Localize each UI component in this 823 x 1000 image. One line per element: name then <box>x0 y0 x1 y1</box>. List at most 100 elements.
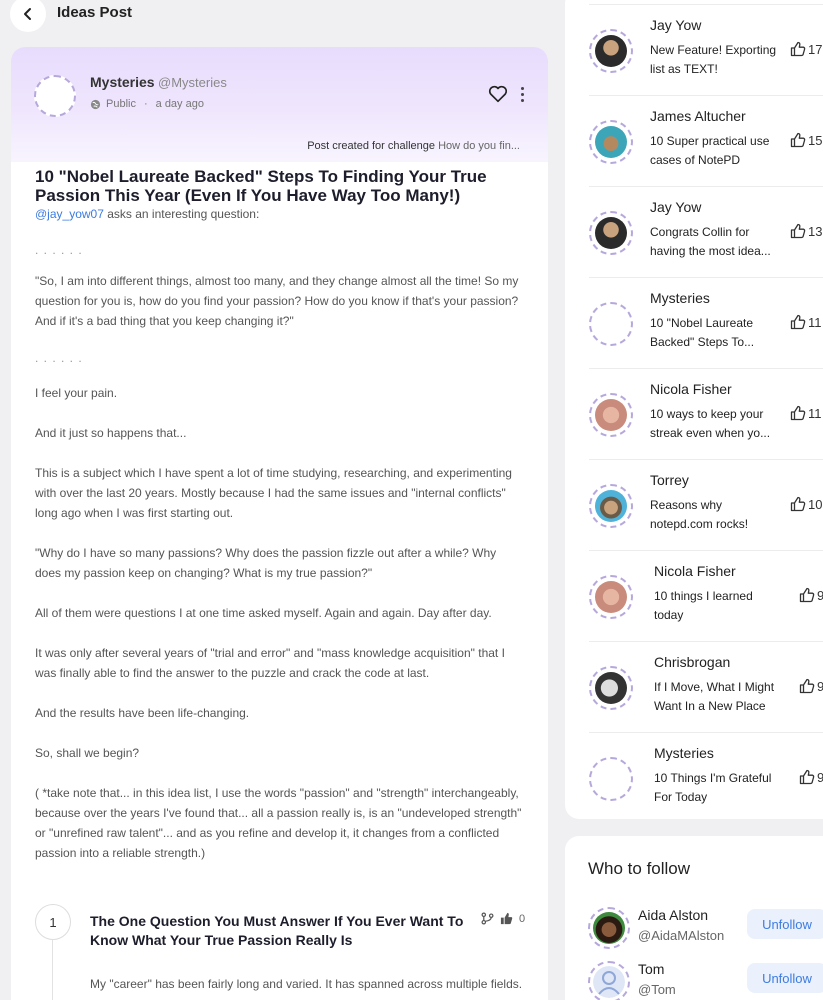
list-item[interactable]: Mysteries 10 Things I'm Grateful For Tod… <box>589 732 823 819</box>
heart-icon[interactable] <box>487 83 509 105</box>
post-title: 10 "Nobel Laureate Backed" Steps To Find… <box>35 167 487 205</box>
globe-icon <box>90 99 101 109</box>
author-name[interactable]: Mysteries <box>90 74 155 90</box>
paragraph: I feel your pain. <box>35 386 118 400</box>
thumbs-up-icon[interactable] <box>500 912 513 925</box>
like-count[interactable]: 9 <box>799 587 823 603</box>
separator-dots: . . . . . . <box>35 351 83 365</box>
like-count[interactable]: 11 <box>790 314 822 330</box>
chevron-left-icon <box>24 8 31 20</box>
thumbs-up-icon <box>790 223 806 239</box>
paragraph: And it just so happens that... <box>35 426 187 440</box>
top-bar: Ideas Post <box>0 0 560 32</box>
challenge-link[interactable]: How do you fin... <box>438 140 520 152</box>
list-item[interactable]: Nicola Fisher 10 things I learned today … <box>589 550 823 641</box>
follow-user-name[interactable]: Tom <box>638 961 664 977</box>
like-count[interactable]: 15 <box>790 132 822 148</box>
idea-number: 1 <box>35 904 71 940</box>
idea-like-count: 0 <box>519 912 526 925</box>
list-item-desc: 10 "Nobel Laureate Backed" Steps To... <box>650 316 755 349</box>
challenge-prefix: Post created for challenge <box>307 140 435 152</box>
post-card: Mysteries @Mysteries Public · a day ago … <box>11 47 548 1000</box>
like-count[interactable]: 13 <box>790 223 822 239</box>
list-item-desc: Reasons why notepd.com rocks! <box>650 498 749 531</box>
more-options-button[interactable] <box>516 83 528 105</box>
list-item-desc: 10 things I learned today <box>654 589 753 622</box>
paragraph: ( *take note that... in this idea list, … <box>35 786 522 860</box>
list-item-desc: If I Move, What I Might Want In a New Pl… <box>654 680 775 713</box>
list-item-desc: 10 ways to keep your streak even when yo… <box>650 407 771 440</box>
list-item-name: James Altucher <box>650 108 746 124</box>
list-item-name: Chrisbrogan <box>654 654 731 670</box>
idea-actions: 0 <box>481 912 525 925</box>
page-title: Ideas Post <box>57 4 133 21</box>
paragraph: And the results have been life-changing. <box>35 706 250 720</box>
idea-text: My "career" has been fairly long and var… <box>90 977 523 991</box>
thumbs-up-icon <box>799 769 815 785</box>
follow-user-handle: @AidaMAlston <box>638 928 725 943</box>
visibility-label: Public <box>106 98 136 110</box>
list-item-name: Jay Yow <box>650 17 702 33</box>
avatar <box>589 393 633 437</box>
unfollow-button[interactable]: Unfollow <box>747 909 823 939</box>
thumbs-up-icon <box>790 132 806 148</box>
author-avatar[interactable] <box>34 75 76 117</box>
list-item-desc: 10 Things I'm Grateful For Today <box>654 771 772 804</box>
list-item[interactable]: Mysteries 10 "Nobel Laureate Backed" Ste… <box>589 277 823 368</box>
thumbs-up-icon <box>799 587 815 603</box>
avatar <box>589 666 633 710</box>
user-icon <box>593 966 625 998</box>
like-count[interactable]: 11 <box>790 405 822 421</box>
avatar <box>589 484 633 528</box>
unfollow-button[interactable]: Unfollow <box>747 963 823 993</box>
follow-user-handle: @Tom <box>638 982 676 997</box>
like-count[interactable]: 10 <box>790 496 822 512</box>
post-intro: @jay_yow07 asks an interesting question: <box>35 207 524 221</box>
avatar <box>589 29 633 73</box>
avatar <box>589 120 633 164</box>
avatar <box>589 757 633 801</box>
like-count[interactable]: 9 <box>799 678 823 694</box>
list-item[interactable]: Chrisbrogan If I Move, What I Might Want… <box>589 641 823 732</box>
avatar <box>589 575 633 619</box>
follow-row: Tom @Tom Unfollow <box>588 961 823 1000</box>
list-item[interactable]: Jay Yow Congrats Collin for having the m… <box>589 186 823 277</box>
list-item[interactable]: Jay Yow New Feature! Exporting list as T… <box>589 4 823 95</box>
author-handle[interactable]: @Mysteries <box>158 75 227 90</box>
post-body: 10 "Nobel Laureate Backed" Steps To Find… <box>11 167 548 863</box>
like-count[interactable]: 9 <box>799 769 823 785</box>
paragraph: "Why do I have so many passions? Why doe… <box>35 546 497 580</box>
list-item-desc: Congrats Collin for having the most idea… <box>650 225 771 258</box>
post-meta: Public · a day ago <box>90 98 204 110</box>
list-item[interactable]: James Altucher 10 Super practical use ca… <box>589 95 823 186</box>
follow-row: Aida Alston @AidaMAlston Unfollow <box>588 907 823 953</box>
follow-user-name[interactable]: Aida Alston <box>638 907 708 923</box>
list-item-name: Nicola Fisher <box>650 381 732 397</box>
mention-link[interactable]: @jay_yow07 <box>35 207 104 221</box>
avatar[interactable] <box>588 907 630 949</box>
like-count[interactable]: 17 <box>790 41 822 57</box>
list-item-name: Torrey <box>650 472 689 488</box>
avatar[interactable] <box>588 961 630 1000</box>
list-item-name: Nicola Fisher <box>654 563 736 579</box>
challenge-line: Post created for challenge How do you fi… <box>307 140 520 152</box>
who-to-follow-panel: Who to follow Aida Alston @AidaMAlston U… <box>565 836 823 1000</box>
back-button[interactable] <box>10 0 46 32</box>
panel-title: Who to follow <box>588 859 691 878</box>
list-item-desc: New Feature! Exporting list as TEXT! <box>650 43 777 76</box>
paragraph: All of them were questions I at one time… <box>35 606 492 620</box>
thumbs-up-icon <box>790 405 806 421</box>
idea-title[interactable]: The One Question You Must Answer If You … <box>90 912 470 950</box>
thumbs-up-icon <box>790 314 806 330</box>
list-item-name: Mysteries <box>650 290 710 306</box>
post-time: a day ago <box>155 98 204 110</box>
list-item[interactable]: Nicola Fisher 10 ways to keep your strea… <box>589 368 823 459</box>
separator-dot: · <box>143 98 148 110</box>
list-item[interactable]: Torrey Reasons why notepd.com rocks! 10 <box>589 459 823 550</box>
branch-icon[interactable] <box>481 912 494 925</box>
quote-paragraph: "So, I am into different things, almost … <box>35 274 519 328</box>
separator-dots: . . . . . . <box>35 243 83 257</box>
thumbs-up-icon <box>790 496 806 512</box>
avatar <box>589 302 633 346</box>
paragraph: It was only after several years of "tria… <box>35 646 505 680</box>
